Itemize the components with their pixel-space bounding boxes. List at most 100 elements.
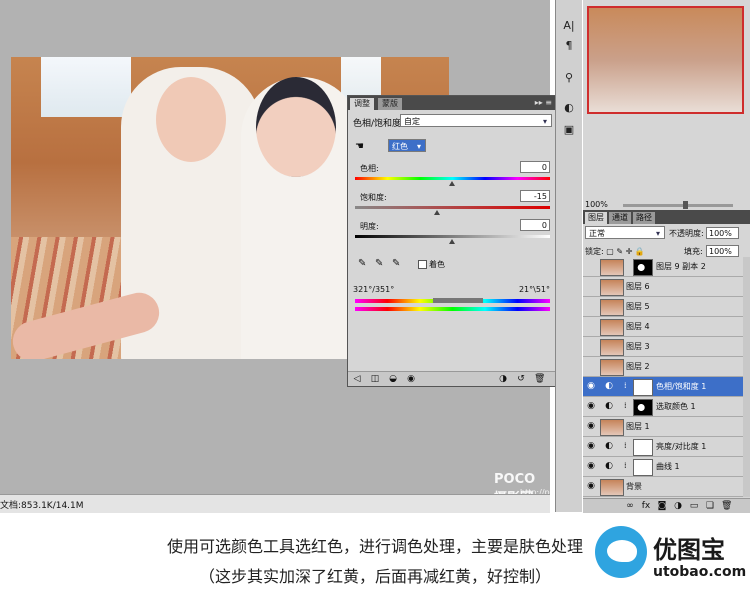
link-icon[interactable]: ∞: [625, 501, 635, 511]
visibility-toggle-icon[interactable]: ◉: [406, 374, 416, 384]
preset-select[interactable]: 自定 ▾: [400, 114, 552, 127]
hue-input[interactable]: 0: [520, 161, 550, 173]
eye-icon[interactable]: ◉: [585, 480, 597, 492]
layer-mask-thumbnail[interactable]: [633, 399, 653, 416]
eye-hidden-icon[interactable]: [585, 300, 597, 312]
new-layer-icon[interactable]: ❏: [705, 501, 715, 511]
mask-add-icon[interactable]: ◙: [657, 501, 667, 511]
status-bar: 文档:853.1K/14.1M: [0, 494, 550, 513]
navigator-thumbnail[interactable]: [587, 6, 744, 114]
eye-icon[interactable]: ◉: [585, 400, 597, 412]
fill-input[interactable]: 100%: [706, 245, 739, 257]
eyedropper-icon[interactable]: ✎: [358, 258, 368, 270]
eyedropper-plus-icon[interactable]: ✎: [375, 258, 385, 270]
layer-row[interactable]: 图层 5: [583, 297, 743, 317]
layers-footer: ∞ fx ◙ ◑ ▭ ❏ 🗑: [583, 498, 750, 513]
layer-row[interactable]: 图层 2: [583, 357, 743, 377]
eye-hidden-icon[interactable]: [585, 340, 597, 352]
layer-mask-thumbnail[interactable]: [633, 459, 653, 476]
layer-row[interactable]: ◉ ◐ ⁞ 亮度/对比度 1: [583, 437, 743, 457]
layer-mask-thumbnail[interactable]: [633, 259, 653, 276]
layer-mask-thumbnail[interactable]: [633, 379, 653, 396]
lightness-slider-thumb[interactable]: [449, 239, 455, 244]
hue-slider-thumb[interactable]: [449, 181, 455, 186]
layer-thumbnail[interactable]: [600, 279, 624, 296]
zoom-slider[interactable]: [623, 201, 733, 209]
eyedropper-minus-icon[interactable]: ✎: [392, 258, 402, 270]
trash-icon[interactable]: 🗑: [534, 374, 545, 384]
lightness-slider-track[interactable]: [355, 235, 550, 238]
clip-layer-icon[interactable]: ◒: [388, 374, 398, 384]
layer-row[interactable]: 图层 9 副本 2: [583, 257, 743, 277]
saturation-input[interactable]: -15: [520, 190, 550, 202]
utobao-logo: 优图宝 utobao.com: [595, 522, 750, 600]
layer-thumbnail[interactable]: [600, 359, 624, 376]
layer-row[interactable]: ◉ ◐ ⁞ 色相/饱和度 1: [583, 377, 743, 397]
eye-hidden-icon[interactable]: [585, 280, 597, 292]
channel-select[interactable]: 红色 ▾: [388, 139, 426, 152]
eye-hidden-icon[interactable]: [585, 360, 597, 372]
hue-slider-track[interactable]: [355, 177, 550, 180]
eye-hidden-icon[interactable]: [585, 320, 597, 332]
layer-thumbnail[interactable]: [600, 319, 624, 336]
layer-thumbnail[interactable]: [600, 339, 624, 356]
paragraph-icon[interactable]: ¶: [561, 38, 577, 54]
trash-icon[interactable]: 🗑: [721, 501, 732, 511]
panel-menu-icon[interactable]: ▸▸ ≡: [535, 98, 552, 107]
layer-name: 图层 5: [626, 302, 650, 311]
on-image-adjust-icon[interactable]: ☚: [355, 141, 367, 153]
lightness-input[interactable]: 0: [520, 219, 550, 231]
chain-icon[interactable]: ⁞: [624, 441, 632, 450]
layer-row[interactable]: ◉ 背景: [583, 477, 743, 497]
character-icon[interactable]: A|: [561, 18, 577, 34]
tab-paths[interactable]: 路径: [633, 212, 655, 224]
adjustment-layer-icon: ◐: [605, 441, 613, 451]
reset-icon[interactable]: ↺: [516, 374, 526, 384]
tab-channels[interactable]: 通道: [609, 212, 631, 224]
saturation-slider-track[interactable]: [355, 206, 550, 209]
layer-row[interactable]: 图层 3: [583, 337, 743, 357]
layer-thumbnail[interactable]: [600, 419, 624, 436]
layer-thumbnail[interactable]: [600, 479, 624, 496]
layer-row[interactable]: 图层 6: [583, 277, 743, 297]
fx-icon[interactable]: fx: [641, 501, 651, 511]
colorize-checkbox[interactable]: 着色: [418, 259, 445, 270]
layer-row[interactable]: ◉ 图层 1: [583, 417, 743, 437]
adjustment-add-icon[interactable]: ◑: [673, 501, 683, 511]
chain-icon[interactable]: ⁞: [624, 461, 632, 470]
eye-icon[interactable]: ◉: [585, 380, 597, 392]
tab-adjustments[interactable]: 调整: [350, 98, 374, 110]
layer-thumbnail[interactable]: [600, 259, 624, 276]
expand-view-icon[interactable]: ◫: [370, 374, 380, 384]
clone-source-icon[interactable]: ⚲: [561, 70, 577, 86]
color-range-slider[interactable]: [433, 298, 483, 303]
opacity-input[interactable]: 100%: [706, 227, 739, 239]
group-icon[interactable]: ▭: [689, 501, 699, 511]
eye-hidden-icon[interactable]: [585, 260, 597, 272]
chain-icon[interactable]: ⁞: [624, 381, 632, 390]
zoom-level[interactable]: 100%: [585, 200, 608, 209]
masks-icon[interactable]: ▣: [561, 122, 577, 138]
layer-row[interactable]: 图层 4: [583, 317, 743, 337]
saturation-slider-thumb[interactable]: [434, 210, 440, 215]
view-previous-icon[interactable]: ◑: [498, 374, 508, 384]
layer-mask-thumbnail[interactable]: [633, 439, 653, 456]
layers-scrollbar[interactable]: [743, 257, 750, 497]
layer-row[interactable]: ◉ ◐ ⁞ 选取颜色 1: [583, 397, 743, 417]
layer-name: 图层 3: [626, 342, 650, 351]
zoom-slider-thumb[interactable]: [683, 201, 688, 209]
adjustments-footer: ◁ ◫ ◒ ◉ ◑ ↺ 🗑: [348, 371, 556, 386]
chain-icon[interactable]: ⁞: [624, 401, 632, 410]
layer-thumbnail[interactable]: [600, 299, 624, 316]
layer-row[interactable]: ◉ ◐ ⁞ 曲线 1: [583, 457, 743, 477]
lightness-label: 明度:: [360, 222, 379, 231]
eye-icon[interactable]: ◉: [585, 420, 597, 432]
adjustments-icon[interactable]: ◐: [561, 100, 577, 116]
tab-layers[interactable]: 图层: [585, 212, 607, 224]
eye-icon[interactable]: ◉: [585, 440, 597, 452]
eye-icon[interactable]: ◉: [585, 460, 597, 472]
blend-mode-select[interactable]: 正常 ▾: [585, 226, 665, 239]
tab-masks[interactable]: 蒙版: [378, 98, 402, 110]
back-arrow-icon[interactable]: ◁: [352, 374, 362, 384]
layer-name: 色相/饱和度 1: [656, 382, 707, 391]
